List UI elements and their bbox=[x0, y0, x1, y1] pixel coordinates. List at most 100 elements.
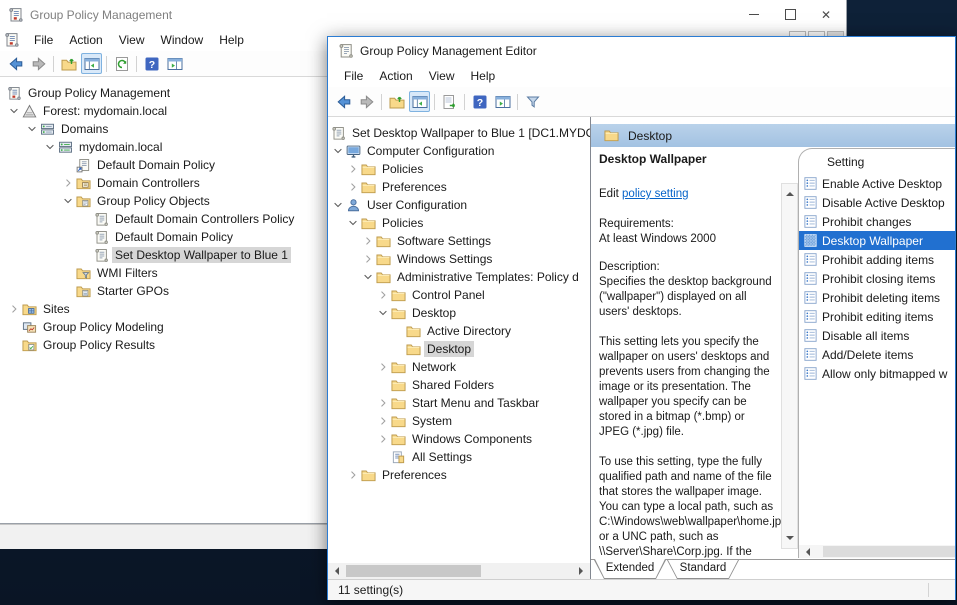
menu-item-view[interactable]: View bbox=[111, 31, 153, 49]
chevron-down-icon[interactable] bbox=[362, 270, 375, 284]
gpme-title-bar[interactable]: Group Policy Management Editor bbox=[328, 37, 955, 65]
tree-item[interactable]: Set Desktop Wallpaper to Blue 1 [DC1.MYD… bbox=[328, 124, 590, 142]
chevron-down-icon[interactable] bbox=[347, 216, 360, 230]
show-action-pane-icon[interactable] bbox=[492, 91, 513, 112]
tree-item[interactable]: Control Panel bbox=[328, 286, 590, 304]
settings-list-item[interactable]: Enable Active Desktop bbox=[799, 174, 955, 193]
tree-horizontal-scrollbar[interactable] bbox=[328, 563, 590, 579]
chevron-none bbox=[8, 338, 21, 352]
scroll-down-icon[interactable] bbox=[786, 536, 794, 544]
chevron-right-icon[interactable] bbox=[347, 162, 360, 176]
tree-item[interactable]: Windows Components bbox=[328, 430, 590, 448]
tree-item[interactable]: Administrative Templates: Policy d bbox=[328, 268, 590, 286]
tree-item[interactable]: Desktop bbox=[328, 340, 590, 358]
description-vertical-scrollbar[interactable] bbox=[781, 183, 798, 549]
chevron-right-icon[interactable] bbox=[377, 432, 390, 446]
show-console-tree-icon[interactable] bbox=[409, 91, 430, 112]
chevron-right-icon[interactable] bbox=[362, 252, 375, 266]
chevron-down-icon[interactable] bbox=[26, 122, 39, 136]
tree-item[interactable]: Software Settings bbox=[328, 232, 590, 250]
refresh-icon[interactable] bbox=[111, 53, 132, 74]
settings-list-item[interactable]: Desktop Wallpaper bbox=[799, 231, 955, 250]
settings-list-item[interactable]: Prohibit deleting items bbox=[799, 288, 955, 307]
chevron-right-icon[interactable] bbox=[62, 176, 75, 190]
settings-list-item[interactable]: Prohibit editing items bbox=[799, 307, 955, 326]
chevron-right-icon[interactable] bbox=[8, 302, 21, 316]
list-horizontal-scrollbar[interactable] bbox=[799, 545, 955, 558]
gpm-title-bar[interactable]: Group Policy Management ✕ bbox=[0, 0, 846, 29]
tree-item[interactable]: Policies bbox=[328, 214, 590, 232]
chevron-down-icon[interactable] bbox=[377, 306, 390, 320]
menu-item-help[interactable]: Help bbox=[211, 31, 252, 49]
tree-item[interactable]: Active Directory bbox=[328, 322, 590, 340]
chevron-right-icon[interactable] bbox=[362, 234, 375, 248]
tree-item[interactable]: System bbox=[328, 412, 590, 430]
forward-icon[interactable] bbox=[356, 91, 377, 112]
menu-item-view[interactable]: View bbox=[421, 67, 463, 85]
settings-list-item[interactable]: Prohibit closing items bbox=[799, 269, 955, 288]
close-button[interactable]: ✕ bbox=[808, 3, 844, 27]
export-list-icon[interactable] bbox=[439, 91, 460, 112]
filter-icon[interactable] bbox=[522, 91, 543, 112]
tab-standard[interactable]: Standard bbox=[667, 560, 739, 579]
scroll-left-icon[interactable] bbox=[802, 548, 810, 556]
chevron-right-icon[interactable] bbox=[377, 414, 390, 428]
menu-item-action[interactable]: Action bbox=[371, 67, 420, 85]
settings-list-item[interactable]: Prohibit adding items bbox=[799, 250, 955, 269]
back-icon[interactable] bbox=[333, 91, 354, 112]
back-icon[interactable] bbox=[5, 53, 26, 74]
scrollbar-thumb[interactable] bbox=[823, 546, 955, 557]
scroll-right-icon[interactable] bbox=[579, 567, 587, 575]
chevron-right-icon[interactable] bbox=[377, 288, 390, 302]
tree-item[interactable]: Network bbox=[328, 358, 590, 376]
settings-list-item[interactable]: Add/Delete items bbox=[799, 345, 955, 364]
menu-item-file[interactable]: File bbox=[26, 31, 61, 49]
folder-up-icon[interactable] bbox=[58, 53, 79, 74]
settings-list-item[interactable]: Allow only bitmapped w bbox=[799, 364, 955, 383]
tree-item[interactable]: Policies bbox=[328, 160, 590, 178]
chevron-down-icon[interactable] bbox=[332, 144, 345, 158]
maximize-button[interactable] bbox=[772, 3, 808, 27]
menu-item-window[interactable]: Window bbox=[153, 31, 212, 49]
settings-list-item[interactable]: Prohibit changes bbox=[799, 212, 955, 231]
scrollbar-thumb[interactable] bbox=[346, 565, 481, 577]
help-icon[interactable]: ? bbox=[469, 91, 490, 112]
tree-item[interactable]: Preferences bbox=[328, 466, 590, 484]
chevron-right-icon[interactable] bbox=[377, 360, 390, 374]
help-icon[interactable]: ? bbox=[141, 53, 162, 74]
chevron-right-icon[interactable] bbox=[377, 396, 390, 410]
scroll-up-icon[interactable] bbox=[786, 188, 794, 196]
chevron-right-icon[interactable] bbox=[347, 468, 360, 482]
gpme-toolbar: ? bbox=[328, 87, 955, 117]
folder-up-icon[interactable] bbox=[386, 91, 407, 112]
chevron-down-icon[interactable] bbox=[62, 194, 75, 208]
chevron-down-icon[interactable] bbox=[332, 198, 345, 212]
chevron-down-icon[interactable] bbox=[8, 104, 21, 118]
show-console-tree-icon[interactable] bbox=[81, 53, 102, 74]
forest-icon bbox=[21, 103, 37, 119]
minimize-button[interactable] bbox=[736, 3, 772, 27]
chevron-down-icon[interactable] bbox=[44, 140, 57, 154]
tab-extended[interactable]: Extended bbox=[594, 560, 666, 579]
settings-column-header[interactable]: Setting bbox=[799, 149, 955, 174]
menu-item-file[interactable]: File bbox=[336, 67, 371, 85]
settings-list-item[interactable]: Disable Active Desktop bbox=[799, 193, 955, 212]
tree-item[interactable]: All Settings bbox=[328, 448, 590, 466]
tree-item-label: Group Policy Objects bbox=[94, 193, 213, 209]
tree-item[interactable]: Windows Settings bbox=[328, 250, 590, 268]
menu-item-action[interactable]: Action bbox=[61, 31, 110, 49]
scroll-left-icon[interactable] bbox=[331, 567, 339, 575]
tree-item[interactable]: Shared Folders bbox=[328, 376, 590, 394]
edit-policy-setting-link[interactable]: policy setting bbox=[622, 188, 688, 200]
tree-item[interactable]: User Configuration bbox=[328, 196, 590, 214]
show-action-pane-icon[interactable] bbox=[164, 53, 185, 74]
tree-item[interactable]: Computer Configuration bbox=[328, 142, 590, 160]
tree-item[interactable]: Preferences bbox=[328, 178, 590, 196]
settings-list-item[interactable]: Disable all items bbox=[799, 326, 955, 345]
chevron-right-icon[interactable] bbox=[347, 180, 360, 194]
menu-item-help[interactable]: Help bbox=[463, 67, 504, 85]
forward-icon[interactable] bbox=[28, 53, 49, 74]
tree-item[interactable]: Desktop bbox=[328, 304, 590, 322]
tree-item[interactable]: Start Menu and Taskbar bbox=[328, 394, 590, 412]
gpme-console-tree: Set Desktop Wallpaper to Blue 1 [DC1.MYD… bbox=[328, 117, 590, 563]
